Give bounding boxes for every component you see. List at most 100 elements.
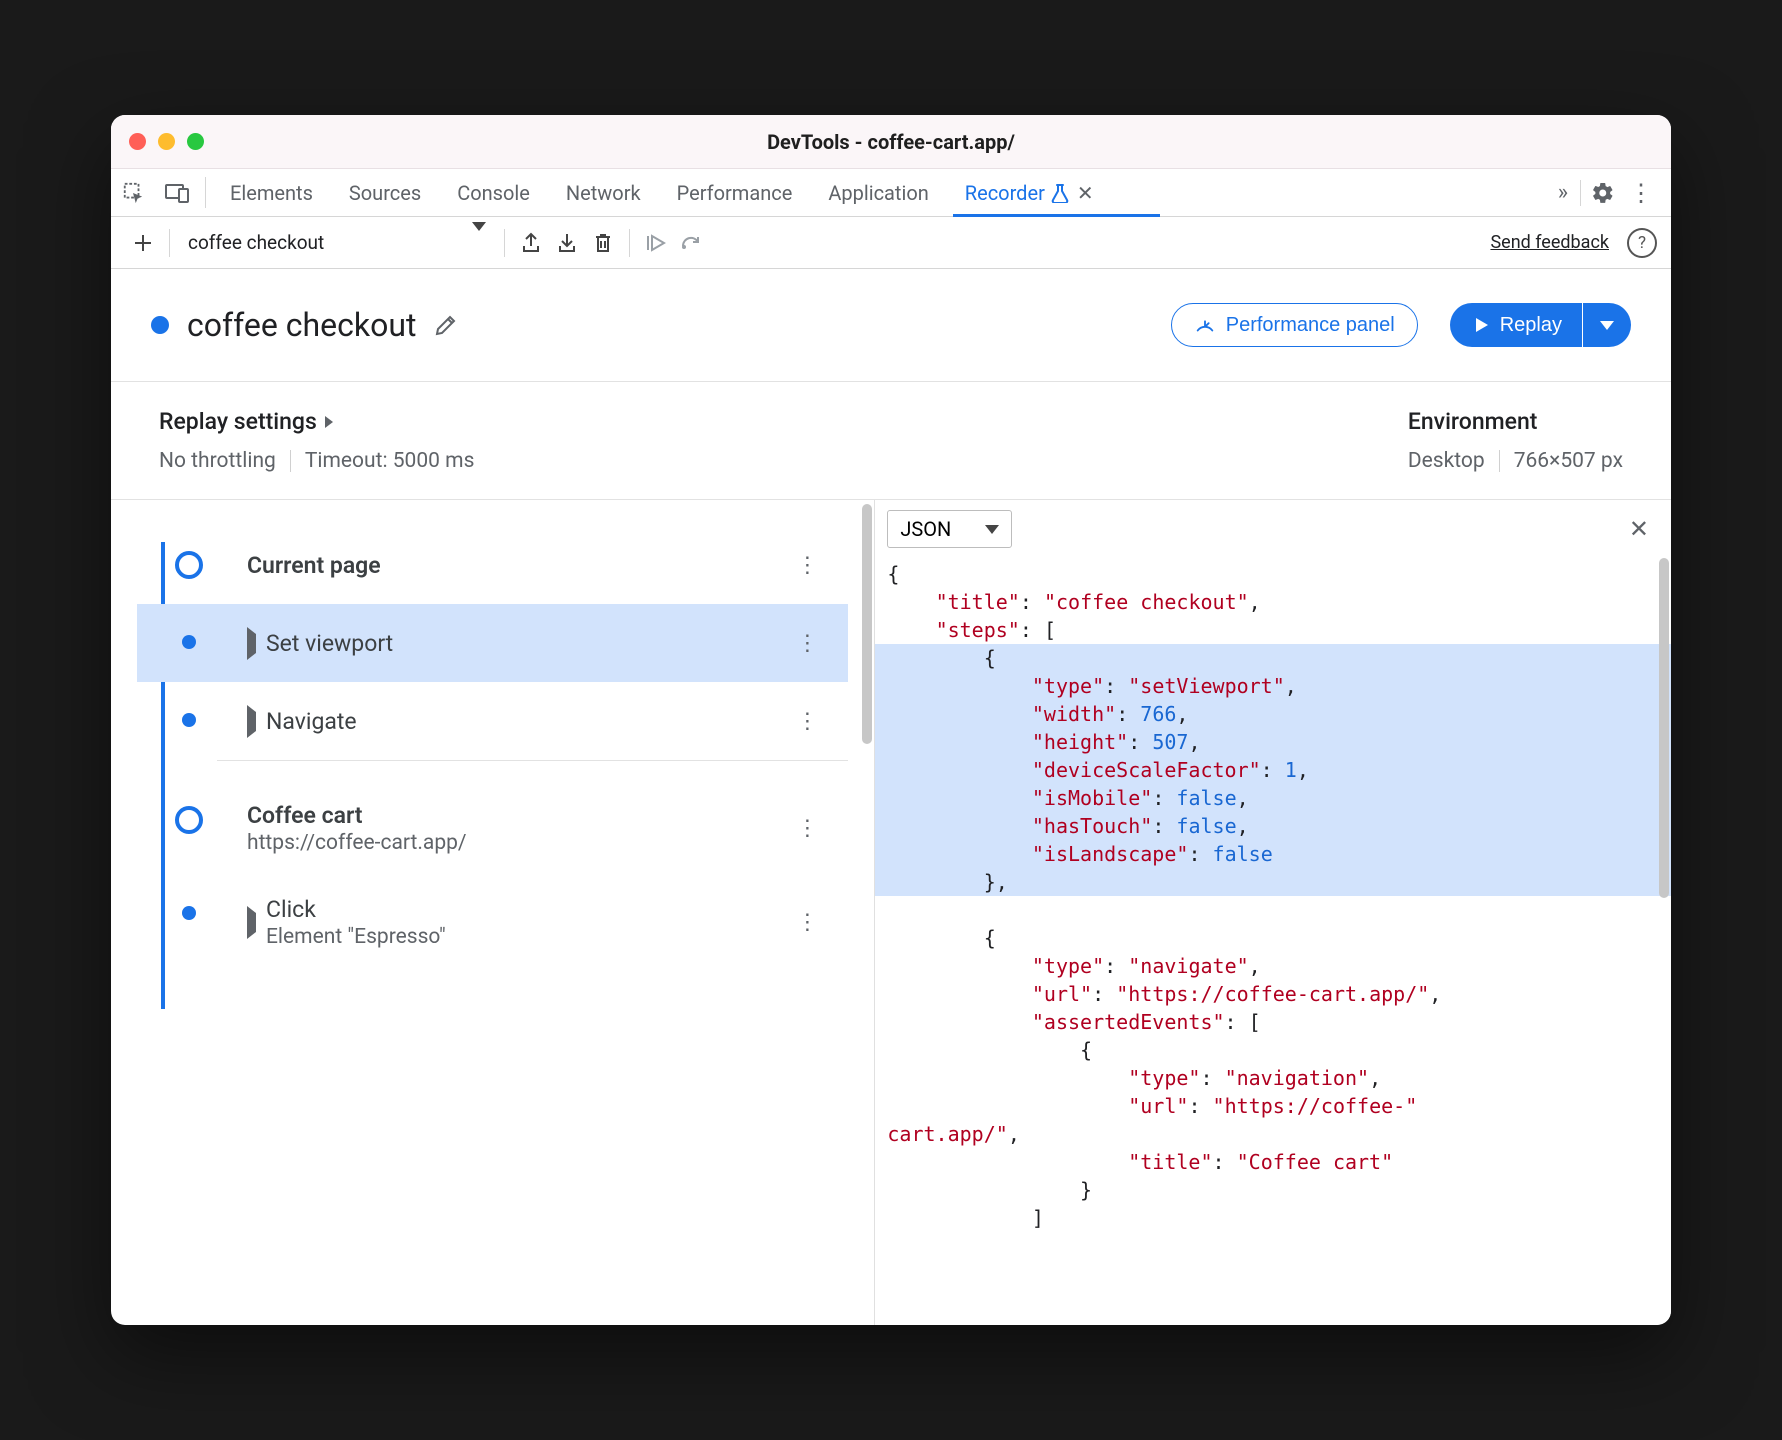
code-column: JSON ✕ { "title": "coffee checkout", "st… xyxy=(875,500,1671,1325)
step-menu-icon[interactable]: ⋮ xyxy=(786,904,828,941)
step-menu-icon[interactable]: ⋮ xyxy=(786,547,828,584)
timeline-marker-minor xyxy=(182,713,196,727)
environment-heading: Environment xyxy=(1408,408,1623,435)
step-menu-icon[interactable]: ⋮ xyxy=(786,625,828,662)
step-current-page[interactable]: Current page ⋮ xyxy=(137,526,848,604)
recording-dropdown[interactable]: coffee checkout xyxy=(178,225,496,261)
chevron-down-icon xyxy=(472,231,486,254)
separator xyxy=(1499,450,1500,472)
kebab-menu-icon[interactable]: ⋮ xyxy=(1625,179,1657,207)
recorder-toolbar: coffee checkout Send feedback ? xyxy=(111,217,1671,269)
tab-label: Recorder xyxy=(965,181,1045,205)
steps-column: Current page ⋮ Set viewport ⋮ xyxy=(111,500,875,1325)
performance-panel-button[interactable]: Performance panel xyxy=(1171,303,1418,347)
timeline-marker-major xyxy=(175,806,203,834)
recording-indicator-dot xyxy=(151,316,169,334)
close-window-button[interactable] xyxy=(129,133,146,150)
devtools-window: DevTools - coffee-cart.app/ Elements Sou… xyxy=(111,115,1671,1325)
separator xyxy=(504,229,505,257)
tab-label: Application xyxy=(828,181,928,205)
button-label: Replay xyxy=(1500,314,1562,337)
timeout-value: Timeout: 5000 ms xyxy=(305,449,475,473)
titlebar: DevTools - coffee-cart.app/ xyxy=(111,115,1671,169)
step-click-espresso[interactable]: Click Element "Espresso" ⋮ xyxy=(137,875,848,969)
timeline-marker-minor xyxy=(182,635,196,649)
tab-performance[interactable]: Performance xyxy=(659,169,811,216)
recording-header: coffee checkout Performance panel Replay xyxy=(111,269,1671,382)
tab-elements[interactable]: Elements xyxy=(212,169,331,216)
separator xyxy=(205,177,206,208)
expand-icon[interactable] xyxy=(247,913,256,932)
devtools-tabs-row: Elements Sources Console Network Perform… xyxy=(111,169,1671,217)
inspect-element-icon[interactable] xyxy=(111,169,155,216)
throttling-value: No throttling xyxy=(159,449,276,473)
tab-sources[interactable]: Sources xyxy=(331,169,439,216)
heading-text: Replay settings xyxy=(159,408,317,435)
timeline-marker-minor xyxy=(182,906,196,920)
button-label: Performance panel xyxy=(1226,314,1395,337)
settings-gear-icon[interactable] xyxy=(1587,181,1619,205)
close-tab-icon[interactable]: ✕ xyxy=(1077,181,1094,205)
chevron-down-icon xyxy=(985,525,999,534)
main-area: Current page ⋮ Set viewport ⋮ xyxy=(111,500,1671,1325)
step-title: Set viewport xyxy=(266,630,393,657)
export-icon[interactable] xyxy=(513,225,549,261)
tab-label: Elements xyxy=(230,181,313,205)
separator xyxy=(169,229,170,257)
step-coffee-cart[interactable]: Coffee cart https://coffee-cart.app/ ⋮ xyxy=(137,761,848,875)
step-menu-icon[interactable]: ⋮ xyxy=(786,810,828,847)
delete-icon[interactable] xyxy=(585,225,621,261)
recording-title: coffee checkout xyxy=(187,306,416,344)
tab-network[interactable]: Network xyxy=(548,169,659,216)
maximize-window-button[interactable] xyxy=(187,133,204,150)
step-title: Coffee cart xyxy=(247,802,467,829)
minimize-window-button[interactable] xyxy=(158,133,175,150)
help-icon[interactable]: ? xyxy=(1627,228,1657,258)
scrollbar[interactable] xyxy=(1659,558,1669,898)
tab-label: Performance xyxy=(677,181,793,205)
tab-recorder[interactable]: Recorder ✕ xyxy=(947,169,1112,216)
expand-icon[interactable] xyxy=(247,634,256,653)
device-value: Desktop xyxy=(1408,449,1485,473)
recording-name: coffee checkout xyxy=(188,231,324,254)
step-subtitle: https://coffee-cart.app/ xyxy=(247,831,467,855)
panel-tabs: Elements Sources Console Network Perform… xyxy=(212,169,1112,216)
chevron-right-icon xyxy=(325,416,333,428)
replay-settings-heading[interactable]: Replay settings xyxy=(159,408,474,435)
scrollbar[interactable] xyxy=(862,504,872,744)
tab-label: Sources xyxy=(349,181,421,205)
step-title: Click xyxy=(266,896,446,923)
replay-settings-row: Replay settings No throttling Timeout: 5… xyxy=(111,382,1671,500)
add-recording-button[interactable] xyxy=(125,225,161,261)
timeline-marker-major xyxy=(175,551,203,579)
close-code-icon[interactable]: ✕ xyxy=(1619,511,1659,547)
send-feedback-link[interactable]: Send feedback xyxy=(1490,232,1609,253)
tab-label: Network xyxy=(566,181,641,205)
window-title: DevTools - coffee-cart.app/ xyxy=(111,130,1671,154)
traffic-lights xyxy=(129,133,204,150)
tabs-overflow-controls: » ⋮ xyxy=(1552,169,1671,216)
replay-dropdown-button[interactable] xyxy=(1583,303,1631,347)
step-set-viewport[interactable]: Set viewport ⋮ xyxy=(137,604,848,682)
step-icon[interactable] xyxy=(674,225,710,261)
step-title: Current page xyxy=(247,552,381,579)
step-navigate[interactable]: Navigate ⋮ xyxy=(137,682,848,760)
code-toolbar: JSON ✕ xyxy=(875,500,1671,558)
step-menu-icon[interactable]: ⋮ xyxy=(786,703,828,740)
edit-title-icon[interactable] xyxy=(434,313,458,337)
flask-icon xyxy=(1051,183,1069,203)
separator xyxy=(290,450,291,472)
replay-button[interactable]: Replay xyxy=(1450,303,1582,347)
more-tabs-icon[interactable]: » xyxy=(1552,180,1574,205)
format-select[interactable]: JSON xyxy=(887,510,1012,548)
device-toolbar-icon[interactable] xyxy=(155,169,199,216)
viewport-value: 766×507 px xyxy=(1514,449,1623,473)
import-icon[interactable] xyxy=(549,225,585,261)
steps-timeline: Current page ⋮ Set viewport ⋮ xyxy=(111,500,874,1009)
expand-icon[interactable] xyxy=(247,712,256,731)
code-view[interactable]: { "title": "coffee checkout", "steps": [… xyxy=(875,558,1671,1325)
tab-application[interactable]: Application xyxy=(810,169,946,216)
play-slow-icon[interactable] xyxy=(638,225,674,261)
tab-console[interactable]: Console xyxy=(439,169,548,216)
step-subtitle: Element "Espresso" xyxy=(266,925,446,949)
